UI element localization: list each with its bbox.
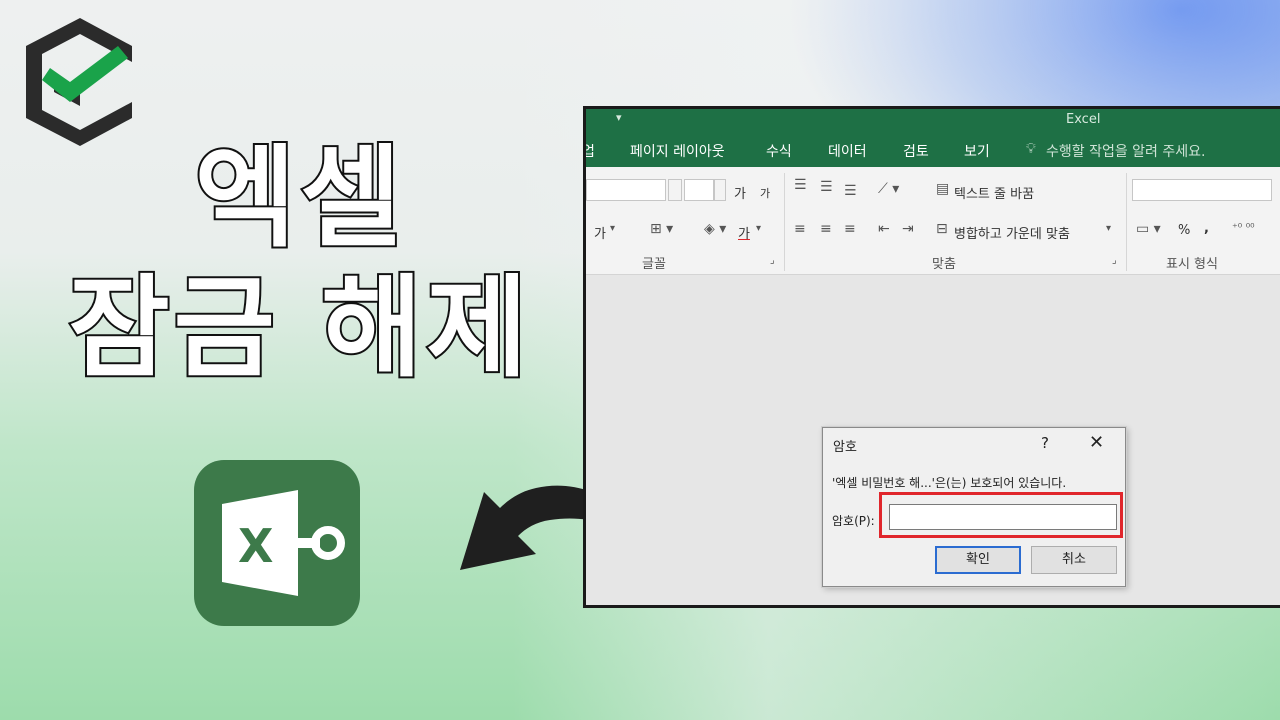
group-label-alignment: 맞춤 <box>932 257 956 272</box>
password-input[interactable] <box>889 504 1117 530</box>
increase-decimal-icon[interactable]: ⁺⁰ ⁰⁰ <box>1232 221 1255 234</box>
ribbon: 가 가 가 ▾ ⊞ ▾ ◈ ▾ 가 ▾ 글꼴 ⌟ ☰ ☰ ☰ ⟋ ▾ ▤ 텍스트… <box>586 167 1280 275</box>
wrap-text-button[interactable]: 텍스트 줄 바꿈 <box>954 183 1034 202</box>
font-name-box[interactable] <box>586 179 666 201</box>
svg-text:X: X <box>238 519 273 573</box>
dialog-title: 암호 <box>833 440 857 455</box>
tab-home[interactable]: 업 <box>586 141 595 161</box>
protection-message: '엑셀 비밀번호 해...'은(는) 보호되어 있습니다. <box>832 476 1067 490</box>
title-text-2: 잠금 해제 <box>66 264 532 392</box>
excel-key-graphic: X <box>222 490 345 596</box>
accounting-format-icon[interactable]: ▭ ▾ <box>1136 221 1161 237</box>
separator <box>784 173 785 271</box>
border-icon[interactable]: ⊞ ▾ <box>650 221 673 237</box>
tab-view[interactable]: 보기 <box>964 141 990 161</box>
percent-style-button[interactable]: % <box>1178 223 1190 238</box>
tab-page-layout[interactable]: 페이지 레이아웃 <box>630 141 725 161</box>
merge-dropdown-icon[interactable]: ▾ <box>1106 223 1111 234</box>
app-title: Excel <box>1066 112 1101 127</box>
font-color-icon[interactable]: 가 <box>738 223 750 242</box>
align-top-icon[interactable]: ☰ <box>794 177 807 193</box>
font-size-box[interactable] <box>684 179 714 201</box>
decrease-font-icon[interactable]: 가 <box>760 185 770 201</box>
wrap-text-icon[interactable]: ▤ <box>936 181 949 197</box>
merge-center-icon[interactable]: ⊟ <box>936 221 948 237</box>
close-icon[interactable]: ✕ <box>1089 432 1104 453</box>
cancel-button[interactable]: 취소 <box>1031 546 1117 574</box>
tab-data[interactable]: 데이터 <box>828 141 867 161</box>
excel-key-icon: X <box>194 460 360 626</box>
font-name-dropdown-icon[interactable] <box>668 179 682 201</box>
align-right-icon[interactable]: ≡ <box>844 221 856 237</box>
font-dialog-launcher-icon[interactable]: ⌟ <box>770 255 775 266</box>
align-center-icon[interactable]: ≡ <box>820 221 832 237</box>
ribbon-tabs: 업 페이지 레이아웃 수식 데이터 검토 보기 💡︎ 수행할 작업을 알려 주세… <box>586 133 1280 167</box>
check-hexagon-logo-icon <box>26 18 132 146</box>
decrease-indent-icon[interactable]: ⇤ <box>878 221 890 237</box>
page-title-line1: 엑셀 <box>0 134 600 262</box>
fill-color-icon[interactable]: ◈ ▾ <box>704 221 726 237</box>
lightbulb-icon: 💡︎ <box>1026 141 1036 157</box>
font-color-dropdown-icon[interactable]: ▾ <box>756 223 761 234</box>
dropdown-icon[interactable]: ▾ <box>610 223 615 234</box>
tab-review[interactable]: 검토 <box>903 141 929 161</box>
orientation-icon[interactable]: ⟋ ▾ <box>878 181 899 197</box>
password-dialog: 암호 ? ✕ '엑셀 비밀번호 해...'은(는) 보호되어 있습니다. 암호(… <box>822 427 1126 587</box>
group-label-font: 글꼴 <box>642 257 666 272</box>
help-icon[interactable]: ? <box>1041 434 1049 452</box>
alignment-dialog-launcher-icon[interactable]: ⌟ <box>1112 255 1117 266</box>
number-format-box[interactable] <box>1132 179 1272 201</box>
group-label-number: 표시 형식 <box>1166 257 1218 272</box>
tab-formulas[interactable]: 수식 <box>766 141 792 161</box>
excel-title-bar: ▾ Excel <box>586 109 1280 133</box>
password-label: 암호(P): <box>832 514 875 528</box>
excel-window: ▾ Excel 업 페이지 레이아웃 수식 데이터 검토 보기 💡︎ 수행할 작… <box>583 106 1280 608</box>
increase-indent-icon[interactable]: ⇥ <box>902 221 914 237</box>
font-size-dropdown-icon[interactable] <box>714 179 726 201</box>
title-text-1: 엑셀 <box>193 134 406 262</box>
ok-button[interactable]: 확인 <box>935 546 1021 574</box>
comma-style-button[interactable]: , <box>1204 221 1209 236</box>
tell-me-input[interactable]: 수행할 작업을 알려 주세요. <box>1046 141 1205 161</box>
align-left-icon[interactable]: ≡ <box>794 221 806 237</box>
page-title-line2: 잠금 해제 <box>0 264 600 392</box>
separator <box>1126 173 1127 271</box>
quick-access-dropdown-icon[interactable]: ▾ <box>616 111 622 124</box>
merge-center-button[interactable]: 병합하고 가운데 맞춤 <box>954 223 1070 242</box>
align-middle-icon[interactable]: ☰ <box>820 179 833 195</box>
bold-icon[interactable]: 가 <box>594 223 606 242</box>
align-bottom-icon[interactable]: ☰ <box>844 183 857 199</box>
increase-font-icon[interactable]: 가 <box>734 183 746 202</box>
